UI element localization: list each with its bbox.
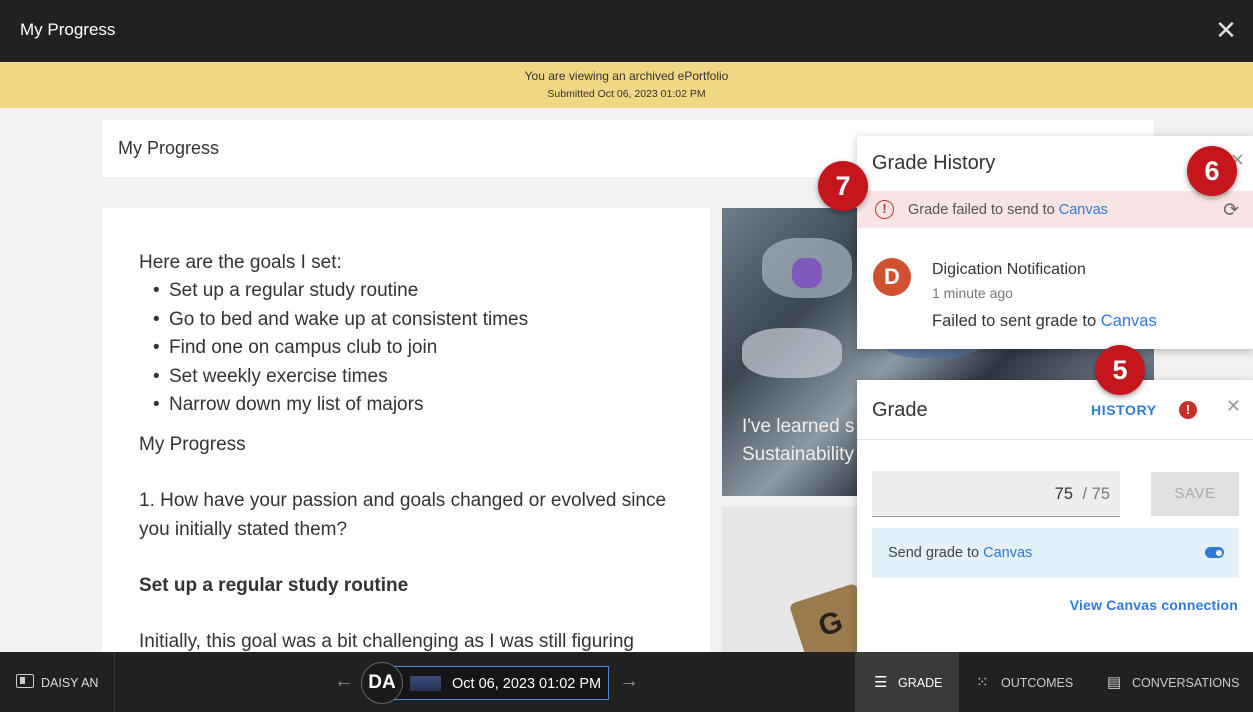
submission-date: Oct 06, 2023 01:02 PM: [452, 676, 602, 692]
send-grade-label: Send grade to Canvas: [888, 545, 1032, 561]
alert-icon: !: [1179, 401, 1197, 419]
user-info[interactable]: DAISY AN: [0, 652, 115, 712]
user-name: DAISY AN: [41, 676, 99, 690]
avatar: D: [873, 258, 911, 296]
save-button[interactable]: SAVE: [1151, 472, 1239, 516]
goals-intro: Here are the goals I set:: [139, 252, 342, 273]
error-icon: !: [875, 200, 894, 219]
notification-message: Failed to sent grade to Canvas: [932, 312, 1157, 331]
question-text: 1. How have your passion and goals chang…: [139, 489, 667, 540]
id-card-icon: [16, 674, 34, 688]
tab-outcomes[interactable]: ⁙ OUTCOMES: [959, 652, 1090, 712]
callout-badge: 6: [1187, 146, 1237, 196]
canvas-link[interactable]: Canvas: [1101, 312, 1157, 330]
retry-icon[interactable]: ⟳: [1223, 199, 1239, 222]
score-input[interactable]: 75 / 75: [872, 471, 1120, 517]
grade-title: Grade: [872, 399, 928, 421]
list-item: Find one on campus club to join: [153, 334, 710, 363]
submission-selector[interactable]: Oct 06, 2023 01:02 PM: [393, 666, 609, 700]
image-caption: I've learned s Sustainability: [742, 413, 854, 469]
article-content: Here are the goals I set: Set up a regul…: [102, 208, 710, 652]
history-button[interactable]: HISTORY: [1091, 402, 1157, 418]
arrow-right-icon[interactable]: →: [619, 670, 639, 693]
grade-icon: ☰: [874, 674, 888, 691]
callout-badge: 7: [818, 161, 868, 211]
image-caption-line: Sustainability: [742, 444, 854, 465]
submission-thumbnail: [410, 676, 441, 691]
image-caption-line: I've learned s: [742, 416, 855, 437]
canvas-link[interactable]: Canvas: [983, 545, 1032, 561]
tab-label: GRADE: [898, 676, 943, 690]
score-value: 75: [1054, 485, 1073, 503]
avatar: DA: [361, 662, 403, 704]
conversations-icon: ▤: [1107, 674, 1122, 691]
error-message: Grade failed to send to Canvas: [908, 202, 1108, 218]
close-icon[interactable]: ✕: [1226, 396, 1241, 417]
window-title: My Progress: [20, 20, 116, 39]
paragraph-text: Initially, this goal was a bit challengi…: [139, 630, 634, 652]
goals-list: Set up a regular study routine Go to bed…: [153, 277, 710, 420]
view-canvas-connection-link[interactable]: View Canvas connection: [1070, 597, 1238, 613]
image-shape: [742, 328, 842, 378]
grade-history-title: Grade History: [872, 152, 996, 174]
goal-heading-text: Set up a regular study routine: [139, 574, 409, 596]
divider: [857, 439, 1253, 440]
tab-label: OUTCOMES: [1001, 676, 1074, 690]
arrow-left-icon[interactable]: ←: [334, 670, 354, 693]
tab-conversations[interactable]: ▤ CONVERSATIONS: [1090, 652, 1253, 712]
tab-grade[interactable]: ☰ GRADE: [855, 652, 959, 712]
list-item: Set weekly exercise times: [153, 363, 710, 392]
tile-letter: G: [814, 604, 847, 644]
submission-info: Submitted Oct 06, 2023 01:02 PM: [547, 88, 706, 100]
close-icon[interactable]: ✕: [1213, 17, 1239, 43]
archive-message: You are viewing an archived ePortfolio: [524, 69, 729, 83]
list-item: Narrow down my list of majors: [153, 391, 710, 420]
goal-heading: Set up a regular study routine: [139, 571, 710, 600]
section-subheading: My Progress: [139, 433, 246, 455]
canvas-link[interactable]: Canvas: [1059, 202, 1108, 218]
top-bar: My Progress ✕: [0, 0, 1253, 62]
list-item: Go to bed and wake up at consistent time…: [153, 306, 710, 335]
send-grade-row: Send grade to Canvas: [872, 528, 1239, 578]
send-grade-text: Send grade to: [888, 545, 984, 561]
bottom-bar: DAISY AN ← DA Oct 06, 2023 01:02 PM → ☰ …: [0, 652, 1253, 712]
notification-time: 1 minute ago: [932, 285, 1013, 301]
image-shape: [792, 258, 822, 288]
archive-banner: You are viewing an archived ePortfolio S…: [0, 62, 1253, 108]
outcomes-icon: ⁙: [976, 674, 989, 691]
error-banner: ! Grade failed to send to Canvas ⟳: [857, 191, 1253, 228]
notification-text: Failed to sent grade to: [932, 312, 1101, 330]
page-title: My Progress: [118, 138, 220, 158]
tab-label: CONVERSATIONS: [1132, 676, 1240, 690]
error-text: Grade failed to send to: [908, 202, 1059, 218]
send-grade-toggle[interactable]: [1205, 547, 1224, 558]
list-item: Set up a regular study routine: [153, 277, 710, 306]
grade-panel: Grade HISTORY ! ✕ 75 / 75 SAVE Send grad…: [857, 380, 1253, 652]
callout-badge: 5: [1095, 345, 1145, 395]
notification-sender: Digication Notification: [932, 261, 1086, 278]
score-max: / 75: [1082, 485, 1110, 503]
